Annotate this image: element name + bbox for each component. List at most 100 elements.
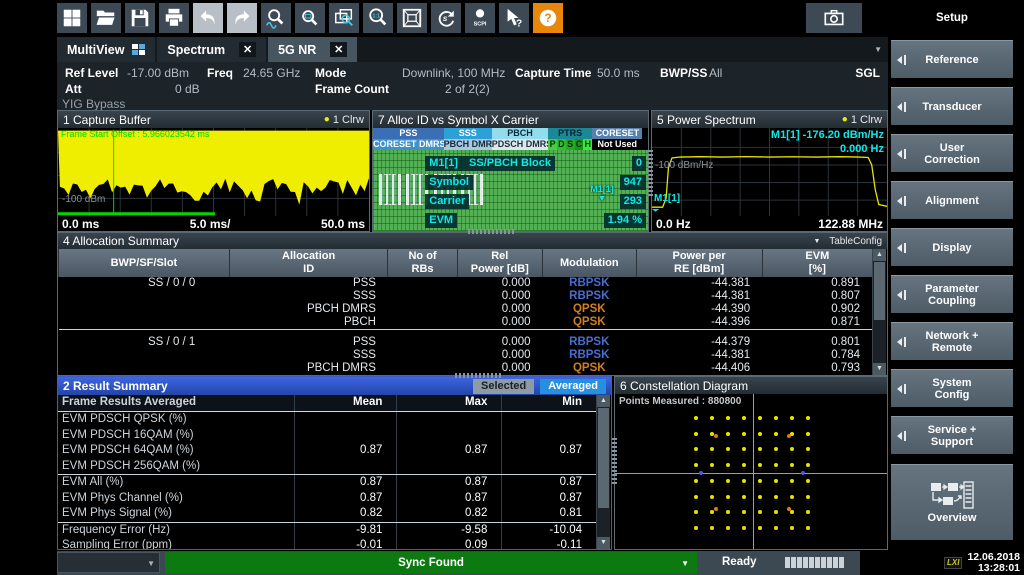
result-table-scrollbar[interactable]: ▲ ▼ xyxy=(596,395,610,549)
view-selected-button[interactable]: Selected xyxy=(473,379,534,394)
svg-text:?: ? xyxy=(544,11,551,25)
softkey-user-correction[interactable]: UserCorrection xyxy=(891,134,1013,172)
result-row: EVM All (%)0.870.870.87 xyxy=(58,475,596,491)
constellation-point xyxy=(694,479,698,483)
toolbar-button-display-frame[interactable] xyxy=(397,3,427,33)
softkey-parameter-coupling[interactable]: ParameterCoupling xyxy=(891,275,1013,313)
freq-value[interactable]: 24.65 GHz xyxy=(243,66,300,80)
x-axis-start: 0.0 ms xyxy=(62,217,99,231)
allocation-header-6: EVM [%] xyxy=(762,249,872,277)
softkey-network-remote[interactable]: Network +Remote xyxy=(891,322,1013,360)
toolbar-button-zoom-selection[interactable] xyxy=(295,3,325,33)
ref-level-value[interactable]: -17.00 dBm xyxy=(127,66,189,80)
softkey-reference[interactable]: Reference xyxy=(891,40,1013,78)
allocation-table: BWP/SF/SlotAllocation IDNo of RBsRel Pow… xyxy=(58,249,872,375)
windows-logo-icon xyxy=(61,7,83,29)
submenu-arrow-icon xyxy=(897,149,907,159)
toolbar-button-zoom-trace[interactable] xyxy=(261,3,291,33)
tab-5gnr[interactable]: 5G NR ✕ xyxy=(268,37,357,62)
ref-level-label: Ref Level xyxy=(65,66,118,80)
constellation-point xyxy=(726,447,730,451)
constellation-point xyxy=(742,510,746,514)
result-row: Frequency Error (Hz)-9.81-9.58-10.04 xyxy=(58,522,596,538)
softkey-display[interactable]: Display xyxy=(891,228,1013,266)
window-constellation: 6 Constellation Diagram Points Measured … xyxy=(614,376,888,550)
toolbar-button-open-file[interactable] xyxy=(91,3,121,33)
tab-spectrum-label: Spectrum xyxy=(167,43,225,57)
legend-r2-0: CORESET DMRS xyxy=(373,139,444,150)
splitter-handle[interactable] xyxy=(468,229,514,234)
redo-icon xyxy=(231,7,253,29)
toolbar-button-scpi-recorder[interactable]: SCPI xyxy=(465,3,495,33)
zoom-multi-window-icon xyxy=(333,7,355,29)
softkey-menu-title: Setup xyxy=(891,0,1013,36)
help-pointer-icon: ? xyxy=(503,7,525,29)
marker-m1-label[interactable]: M1[1] xyxy=(654,193,680,204)
allocation-table-scrollbar[interactable]: ▲ ▼ xyxy=(872,249,886,375)
softkey-system-config[interactable]: SystemConfig xyxy=(891,369,1013,407)
scroll-down-icon[interactable]: ▼ xyxy=(873,363,886,375)
toolbar-button-save[interactable] xyxy=(125,3,155,33)
scroll-up-icon[interactable]: ▲ xyxy=(597,395,610,407)
toolbar-button-camera[interactable] xyxy=(806,3,862,33)
tab-spectrum[interactable]: Spectrum ✕ xyxy=(157,37,266,62)
allocation-summary-title: 4 Allocation Summary xyxy=(63,234,179,248)
marker-m1-pointer[interactable]: M1[1]▼ xyxy=(590,185,614,203)
legend-r1-4: CORESET xyxy=(592,128,642,139)
softkey-service-support[interactable]: Service +Support xyxy=(891,416,1013,454)
alloc-map-plot: M1[1] SS/PBCH Block0Symbol947Carrier293E… xyxy=(373,150,648,231)
window-result-summary: 2 Result Summary Selected Averaged Frame… xyxy=(57,376,612,550)
close-icon[interactable]: ✕ xyxy=(239,42,256,57)
constellation-point-special xyxy=(787,434,791,438)
view-averaged-button[interactable]: Averaged xyxy=(540,379,606,394)
constellation-plot: Points Measured : 880800 xyxy=(615,394,887,549)
table-config-button[interactable]: ▼ TableConfig xyxy=(813,236,882,247)
constellation-point xyxy=(742,495,746,499)
splitter-handle[interactable] xyxy=(648,150,653,196)
mode-value[interactable]: Downlink, 100 MHz xyxy=(402,66,505,80)
status-dropdown[interactable]: ▼ xyxy=(57,552,160,573)
softkey-transducer[interactable]: Transducer xyxy=(891,87,1013,125)
toolbar-button-help-pointer[interactable]: ? xyxy=(499,3,529,33)
allocation-row: SSS0.000RBPSK-44.3810.807 xyxy=(59,290,873,303)
chevron-down-icon[interactable]: ▼ xyxy=(874,45,888,54)
level-gridline-label: -100 dBm/Hz xyxy=(655,160,713,171)
splitter-handle[interactable] xyxy=(455,373,501,378)
toolbar-button-help[interactable]: ? xyxy=(533,3,563,33)
allocation-row: PBCH DMRS0.000QPSK-44.3900.902 xyxy=(59,303,873,316)
toolbar-button-print[interactable] xyxy=(159,3,189,33)
att-value[interactable]: 0 dB xyxy=(175,82,200,96)
softkey-label: SystemConfig xyxy=(932,377,971,401)
constellation-point xyxy=(774,479,778,483)
bwp-ss-value[interactable]: All xyxy=(709,66,722,80)
legend-r2-8: Not Used xyxy=(592,139,642,150)
overview-button[interactable]: Overview xyxy=(891,464,1013,540)
progress-bar xyxy=(785,557,844,568)
trace-legend: ●1 Clrw xyxy=(842,114,882,126)
toolbar-button-zoom-multi-window[interactable] xyxy=(329,3,359,33)
power-spectrum-title: 5 Power Spectrum xyxy=(657,113,756,127)
allocation-header-0: BWP/SF/Slot xyxy=(59,249,230,277)
splitter-handle[interactable] xyxy=(612,438,617,484)
capture-time-value[interactable]: 50.0 ms xyxy=(597,66,640,80)
scroll-down-icon[interactable]: ▼ xyxy=(597,537,610,549)
constellation-point xyxy=(694,495,698,499)
constellation-point xyxy=(742,432,746,436)
allocation-header-1: Allocation ID xyxy=(229,249,388,277)
toolbar-button-zoom-1to1[interactable]: 1:1 xyxy=(363,3,393,33)
toolbar-button-windows-logo[interactable] xyxy=(57,3,87,33)
capture-time-label: Capture Time xyxy=(515,66,591,80)
legend-r1-2: PBCH xyxy=(492,128,548,139)
constellation-point xyxy=(726,432,730,436)
zoom-trace-icon xyxy=(265,7,287,29)
close-icon[interactable]: ✕ xyxy=(330,42,347,57)
tab-multiview[interactable]: MultiView xyxy=(57,37,155,62)
camera-icon xyxy=(823,7,845,29)
window-alloc-map: 7 Alloc ID vs Symbol X Carrier PSSSSSPBC… xyxy=(372,110,649,232)
submenu-arrow-icon xyxy=(897,384,907,394)
toolbar-button-restart-sweep[interactable]: s xyxy=(431,3,461,33)
softkey-alignment[interactable]: Alignment xyxy=(891,181,1013,219)
scroll-up-icon[interactable]: ▲ xyxy=(873,249,886,261)
sync-status-bar[interactable]: Sync Found ▼ xyxy=(165,552,697,574)
capture-buffer-plot: Frame Start Offset : 5.966023542 ms -100… xyxy=(58,128,369,216)
